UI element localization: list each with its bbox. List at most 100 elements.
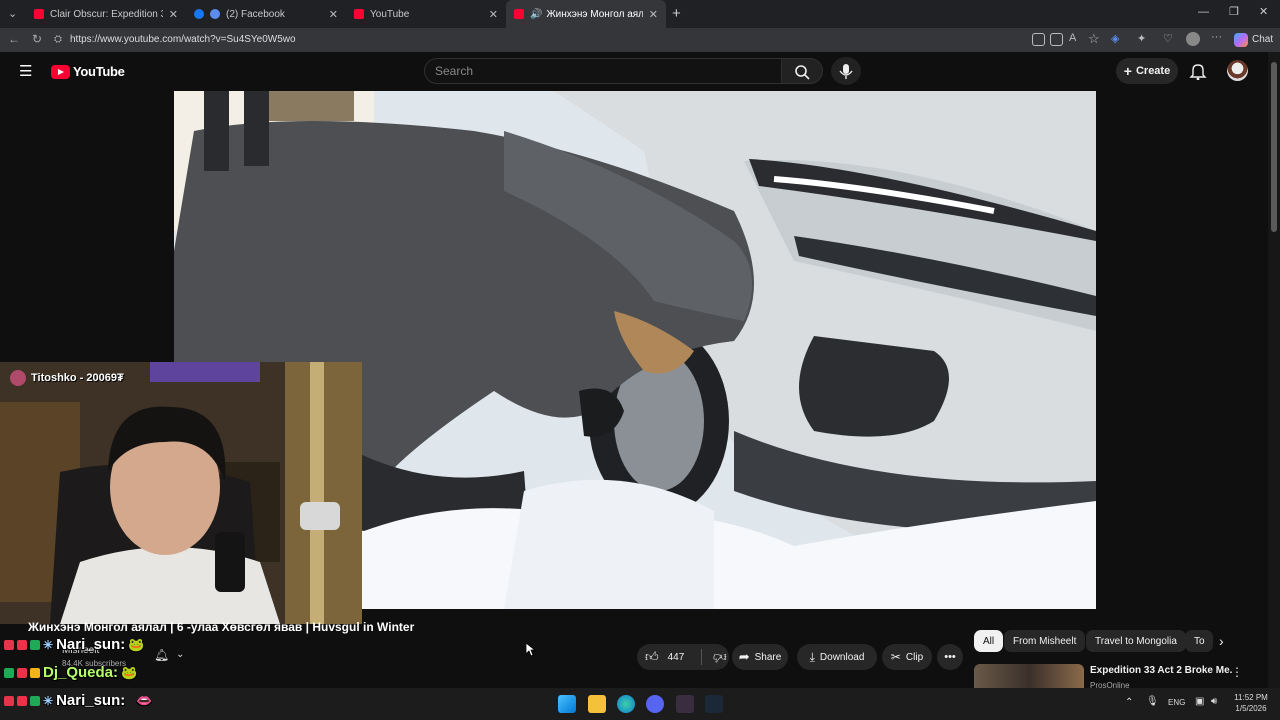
share-button[interactable]: ➦ Share <box>732 644 788 670</box>
tray-overflow-icon[interactable]: ⌃ <box>1125 697 1133 708</box>
tab-list-dropdown-icon[interactable]: ⌄ <box>8 7 17 20</box>
windows-taskbar: ✳ Nari_sun: 👄 ⌃ 🎙︎ ENG ▣ 🔊︎ 11:52 PM 1/5… <box>0 688 1280 720</box>
clip-button[interactable]: ✂ Clip <box>882 644 932 670</box>
chat-badge-icon <box>30 639 40 650</box>
create-button[interactable]: + Create <box>1116 58 1178 84</box>
back-icon[interactable]: ← <box>8 32 20 46</box>
more-actions-button[interactable]: ••• <box>937 644 963 670</box>
close-tab-icon[interactable]: ✕ <box>649 8 658 21</box>
url-field[interactable]: https://www.youtube.com/watch?v=Su4SYe0W… <box>70 32 1020 48</box>
site-info-icon[interactable]: ⛭ <box>54 34 62 45</box>
page-scrollbar[interactable] <box>1268 52 1280 688</box>
scissors-icon: ✂ <box>890 650 901 664</box>
scrollbar-thumb[interactable] <box>1271 62 1277 232</box>
chat-badge-icon <box>17 639 27 650</box>
recommended-title[interactable]: Expedition 33 Act 2 Broke Me. <box>1090 665 1232 676</box>
search-button[interactable] <box>781 58 823 84</box>
minimize-icon[interactable]: — <box>1198 6 1209 18</box>
edge-browser-icon[interactable] <box>617 695 635 713</box>
hamburger-menu-icon[interactable]: ☰ <box>19 62 32 80</box>
voice-search-button[interactable] <box>831 57 861 85</box>
close-window-icon[interactable]: ✕ <box>1259 5 1268 18</box>
address-bar-row: ← ↻ ⛭ https://www.youtube.com/watch?v=Su… <box>0 28 1280 52</box>
streamer-tag: Titoshko - 20069₮ <box>10 370 124 386</box>
chat-emote: 👄 <box>136 692 153 708</box>
recommended-more-icon[interactable]: ⋮ <box>1231 665 1243 679</box>
profile-avatar-icon[interactable] <box>1186 32 1200 46</box>
browser-tab-expedition[interactable]: Clair Obscur: Expedition 33 (Origi ✕ <box>26 0 186 28</box>
tab-title: (2) Facebook <box>226 8 285 20</box>
chat-badge-icon <box>4 639 14 650</box>
close-tab-icon[interactable]: ✕ <box>169 8 178 21</box>
close-tab-icon[interactable]: ✕ <box>329 8 338 21</box>
browser-tab-facebook[interactable]: (2) Facebook ✕ <box>186 0 346 28</box>
maximize-icon[interactable]: ❐ <box>1229 5 1239 18</box>
chips-next-icon[interactable]: › <box>1219 633 1224 649</box>
browser-tab-youtube[interactable]: YouTube ✕ <box>346 0 506 28</box>
browser-tab-bar: ⌄ Clair Obscur: Expedition 33 (Origi ✕ (… <box>0 0 1280 28</box>
microphone-tray-icon[interactable]: 🎙︎ <box>1146 696 1159 707</box>
youtube-favicon-icon <box>34 9 44 19</box>
tab-title: Clair Obscur: Expedition 33 (Origi <box>50 8 163 20</box>
favorite-star-icon[interactable]: ☆ <box>1088 31 1100 47</box>
chat-username: Nari_sun: <box>56 636 126 653</box>
extensions-puzzle-icon[interactable]: ✦ <box>1137 32 1146 45</box>
system-clock[interactable]: 11:52 PM 1/5/2026 <box>1226 692 1276 714</box>
download-icon: ⤓ <box>809 649 815 664</box>
like-count[interactable]: 447 <box>668 652 685 663</box>
youtube-logo-text: YouTube <box>73 64 125 79</box>
download-label: Download <box>819 651 865 663</box>
youtube-logo[interactable]: YouTube <box>51 64 125 79</box>
close-tab-icon[interactable]: ✕ <box>489 8 498 21</box>
search-input[interactable]: Search <box>424 58 782 84</box>
read-aloud-icon[interactable]: A <box>1069 32 1076 44</box>
network-icon[interactable]: ▣ <box>1195 696 1204 707</box>
chip-all[interactable]: All <box>974 630 1004 652</box>
steam-icon[interactable] <box>705 695 723 713</box>
share-label: Share <box>754 651 782 663</box>
youtube-favicon-icon <box>514 9 524 19</box>
copilot-icon[interactable] <box>1234 33 1248 47</box>
like-icon[interactable]: 👍︎ <box>645 649 659 665</box>
browser-tab-active-video[interactable]: 🔊 Жинхэнэ Монгол аялал | 6 - ✕ <box>506 0 666 28</box>
microphone-icon <box>839 64 853 79</box>
subscription-bell-icon[interactable]: 🔔︎ <box>154 648 169 662</box>
streamer-avatar <box>10 370 26 386</box>
chat-badge-icon <box>17 695 27 706</box>
account-avatar[interactable] <box>1227 60 1248 81</box>
volume-icon[interactable]: 🔊︎ <box>1211 696 1217 707</box>
notifications-bell-icon[interactable] <box>1189 62 1207 80</box>
dislike-icon[interactable]: 👍︎ <box>713 649 727 665</box>
video-title: Жинхэнэ Монгол аялал | 6 -улаа Хөвсгөл я… <box>28 620 415 634</box>
chip-from-channel[interactable]: From Misheelt <box>1004 630 1086 652</box>
plus-icon: + <box>1123 63 1132 79</box>
windows-start-icon[interactable] <box>558 695 576 713</box>
speaker-audio-icon[interactable]: 🔊 <box>530 9 542 20</box>
file-explorer-icon[interactable] <box>588 695 606 713</box>
share-icon: ➦ <box>738 649 750 664</box>
translate-icon[interactable] <box>1032 33 1045 46</box>
extension-icon[interactable]: ◈ <box>1111 32 1119 45</box>
clock-time: 11:52 PM <box>1234 693 1268 702</box>
apps-icon[interactable] <box>1050 33 1063 46</box>
refresh-icon[interactable]: ↻ <box>32 32 42 46</box>
app-icon[interactable] <box>676 695 694 713</box>
chip-truncated[interactable]: To <box>1185 630 1213 652</box>
discord-icon[interactable] <box>646 695 664 713</box>
chat-username: Nari_sun: <box>56 692 126 709</box>
sparkle-icon: ✳ <box>43 693 54 708</box>
chevron-down-icon[interactable]: ⌄ <box>176 649 184 660</box>
download-button[interactable]: ⤓ Download <box>797 644 877 670</box>
new-tab-icon[interactable]: + <box>672 5 681 22</box>
more-menu-icon[interactable]: ··· <box>1211 31 1222 43</box>
youtube-favicon-icon <box>354 9 364 19</box>
streamer-name: Titoshko - 20069₮ <box>31 372 124 384</box>
language-indicator[interactable]: ENG <box>1168 698 1185 707</box>
chat-button[interactable]: Chat <box>1252 34 1273 45</box>
browser-essentials-icon[interactable]: ♡ <box>1163 32 1173 45</box>
chat-emote: 🐸 <box>121 664 138 680</box>
chip-travel-to-mongolia[interactable]: Travel to Mongolia <box>1086 630 1186 652</box>
sparkle-icon: ✳ <box>43 637 54 652</box>
recommended-thumbnail[interactable] <box>974 664 1084 688</box>
mouse-cursor-icon <box>526 643 536 657</box>
